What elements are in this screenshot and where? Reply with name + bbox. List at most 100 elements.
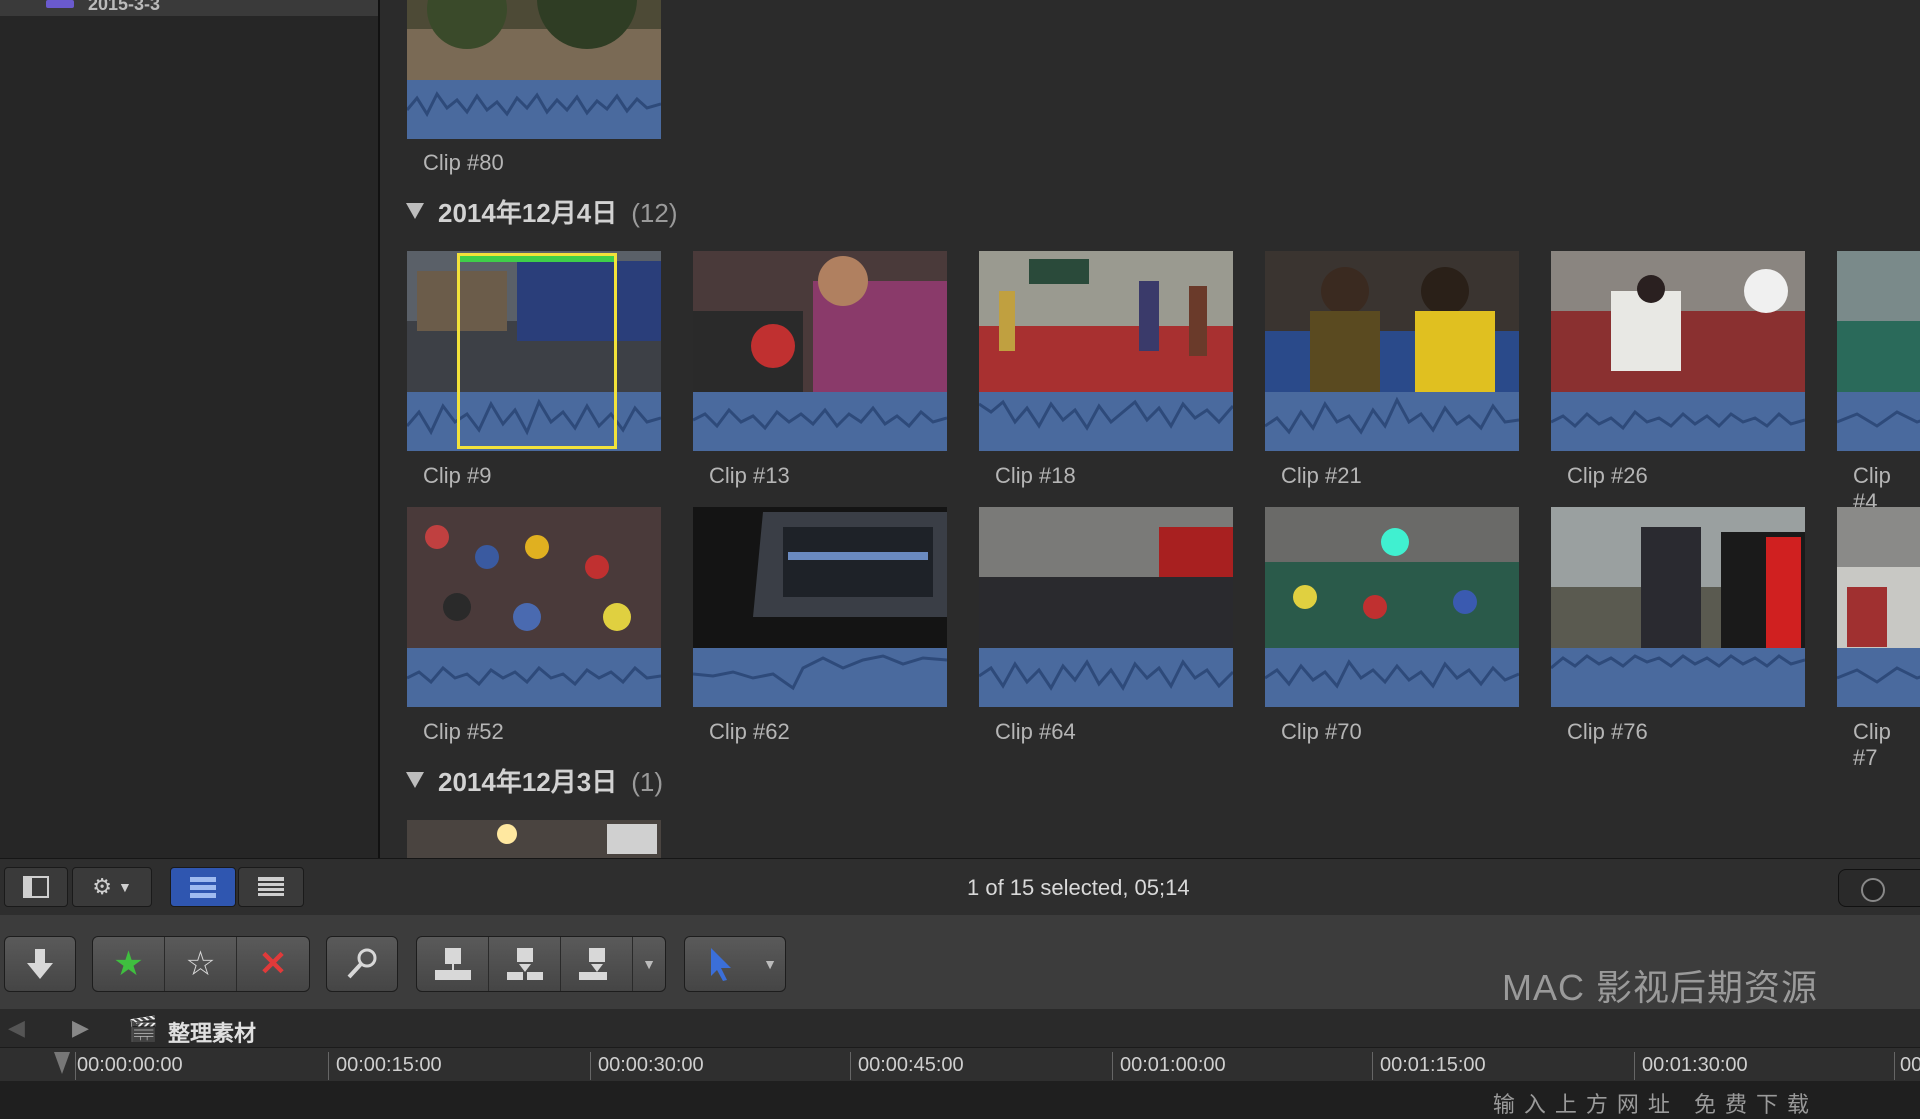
clip-name: Clip #13 xyxy=(709,463,790,488)
browser-status-bar: ⚙ ▼ 1 of 15 selected, 05;14 xyxy=(0,858,1920,916)
tool-selector[interactable]: ▼ xyxy=(684,936,786,992)
clip-thumbnail[interactable] xyxy=(979,507,1233,707)
list-icon xyxy=(258,877,284,896)
clip-image xyxy=(1837,507,1920,648)
clip-name: Clip #18 xyxy=(995,463,1076,488)
main-toolbar: ★ ☆ ✕ ▼ ▼ MAC 影视后期资源站 WWW.VFX123.COM 输入上… xyxy=(0,915,1920,1117)
clip-name: Clip #21 xyxy=(1281,463,1362,488)
filmstrip-view-button[interactable] xyxy=(170,867,236,907)
audio-waveform xyxy=(979,648,1233,707)
tick-label: 00:01:15:00 xyxy=(1380,1054,1486,1076)
reject-icon: ✕ xyxy=(258,945,288,983)
clip-name: Clip #26 xyxy=(1567,463,1648,488)
tick-label: 00 xyxy=(1900,1054,1920,1076)
edit-button-group: ▼ xyxy=(416,936,666,992)
tick-mark xyxy=(1894,1052,1895,1080)
tick-mark xyxy=(1112,1052,1113,1080)
clip-thumbnail[interactable] xyxy=(1265,507,1519,707)
clip-zoom-slider[interactable] xyxy=(1838,869,1920,907)
tick-mark xyxy=(1634,1052,1635,1080)
clip-name: Clip #64 xyxy=(995,719,1076,744)
tick-mark xyxy=(75,1052,76,1080)
audio-waveform xyxy=(407,648,661,707)
favorite-icon: ★ xyxy=(113,945,144,983)
clip-image xyxy=(979,507,1233,648)
back-arrow-icon[interactable]: ◀ xyxy=(8,1015,25,1041)
import-icon xyxy=(27,949,53,979)
clip-image xyxy=(693,251,947,392)
tick-label: 00:01:00:00 xyxy=(1120,1054,1226,1076)
date-group-header[interactable]: 2014年12月4日 (12) xyxy=(406,193,677,230)
chevron-down-icon: ▼ xyxy=(642,956,656,972)
clip-thumbnail[interactable] xyxy=(1837,507,1920,707)
playhead-icon[interactable] xyxy=(52,1050,72,1076)
selection-range[interactable] xyxy=(457,253,617,449)
library-sidebar: 2015-3-3 xyxy=(0,0,380,858)
unrate-button[interactable]: ☆ xyxy=(165,937,237,991)
audio-waveform xyxy=(1551,648,1805,707)
keyword-icon xyxy=(347,948,377,979)
tick-label: 00:00:45:00 xyxy=(858,1054,964,1076)
tick-mark xyxy=(328,1052,329,1080)
clip-thumbnail[interactable] xyxy=(1837,251,1920,451)
tool-menu[interactable]: ▼ xyxy=(755,937,785,991)
import-button[interactable] xyxy=(4,936,76,992)
rating-button-group: ★ ☆ ✕ xyxy=(92,936,310,992)
tick-mark xyxy=(1372,1052,1373,1080)
audio-waveform xyxy=(1265,392,1519,451)
timeline-ruler[interactable]: 00:00:00:00 00:00:15:00 00:00:30:00 00:0… xyxy=(0,1047,1920,1081)
clip-image xyxy=(693,507,947,648)
insert-clip-icon xyxy=(506,948,543,980)
select-tool-button[interactable] xyxy=(685,937,755,991)
disclosure-triangle-icon[interactable] xyxy=(406,772,424,789)
clip-image xyxy=(1837,251,1920,392)
clip-thumbnail[interactable] xyxy=(693,507,947,707)
selection-status: 1 of 15 selected, 05;14 xyxy=(967,875,1190,900)
disclosure-triangle-icon[interactable] xyxy=(406,203,424,220)
clip-name: Clip #62 xyxy=(709,719,790,744)
clip-thumbnail[interactable] xyxy=(1551,507,1805,707)
keyword-editor-button[interactable] xyxy=(326,936,398,992)
unrate-icon: ☆ xyxy=(185,945,216,983)
clip-thumbnail[interactable] xyxy=(693,251,947,451)
audio-waveform xyxy=(1837,648,1920,707)
clip-image xyxy=(407,507,661,648)
list-view-button[interactable] xyxy=(238,867,304,907)
filmstrip-icon xyxy=(190,877,216,898)
edit-options-menu[interactable]: ▼ xyxy=(633,937,665,991)
clip-thumbnail[interactable] xyxy=(1551,251,1805,451)
append-clip-button[interactable] xyxy=(561,937,633,991)
clip-thumbnail[interactable] xyxy=(407,820,661,858)
clip-thumbnail[interactable] xyxy=(407,0,661,139)
event-label: 2015-3-3 xyxy=(88,0,161,14)
clip-thumbnail[interactable] xyxy=(979,251,1233,451)
event-icon xyxy=(46,0,74,8)
project-name: 整理素材 xyxy=(168,1021,257,1046)
audio-waveform xyxy=(979,392,1233,451)
date-group-header[interactable]: 2014年12月3日 (1) xyxy=(406,762,663,799)
clip-image xyxy=(407,0,661,80)
forward-arrow-icon[interactable]: ▶ xyxy=(72,1015,89,1041)
favorite-button[interactable]: ★ xyxy=(93,937,165,991)
reject-button[interactable]: ✕ xyxy=(237,937,309,991)
clip-name: Clip #7 xyxy=(1853,719,1891,770)
audio-waveform xyxy=(1265,648,1519,707)
clip-image xyxy=(979,251,1233,392)
sidebar-event-row[interactable]: 2015-3-3 xyxy=(0,0,378,16)
event-browser: Clip #80 2014年12月4日 (12) Clip #9 Clip #13… xyxy=(380,0,1920,858)
clip-name: Clip #76 xyxy=(1567,719,1648,744)
slider-knob[interactable] xyxy=(1861,878,1885,902)
show-libraries-button[interactable] xyxy=(4,867,68,907)
clip-thumbnail[interactable] xyxy=(407,251,661,451)
connect-clip-button[interactable] xyxy=(417,937,489,991)
tick-label: 00:00:30:00 xyxy=(598,1054,704,1076)
tick-label: 00:00:15:00 xyxy=(336,1054,442,1076)
clip-thumbnail[interactable] xyxy=(407,507,661,707)
clip-thumbnail[interactable] xyxy=(1265,251,1519,451)
action-menu-button[interactable]: ⚙ ▼ xyxy=(72,867,152,907)
audio-waveform xyxy=(693,648,947,707)
clip-image xyxy=(407,820,661,858)
insert-clip-button[interactable] xyxy=(489,937,561,991)
audio-waveform xyxy=(1837,392,1920,451)
sidebar-toggle-icon xyxy=(23,876,49,898)
